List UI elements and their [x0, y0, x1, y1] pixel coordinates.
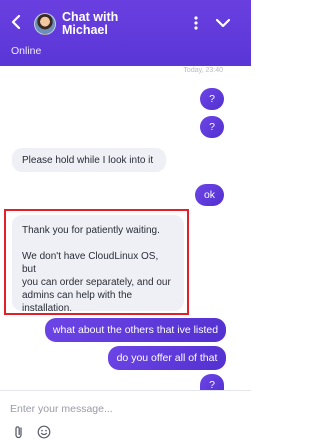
chat-title: Chat with Michael	[62, 10, 119, 37]
message-line	[22, 237, 174, 250]
message-text: do you offer all of that	[116, 352, 218, 364]
chevron-left-icon	[11, 15, 21, 29]
message-input[interactable]	[10, 399, 235, 419]
message-text: ?	[209, 379, 215, 390]
message-text: ok	[203, 189, 216, 201]
message-line: you can order separately, and our	[22, 277, 171, 288]
paperclip-icon	[15, 426, 22, 439]
message-text: what about the others that ive listed	[52, 324, 219, 336]
chat-header: Chat with Michael Online	[0, 0, 251, 66]
outgoing-message: ?	[200, 88, 224, 110]
outgoing-message: what about the others that ive listed	[45, 318, 226, 342]
emoji-button[interactable]	[37, 425, 51, 439]
message-line: admins can help with the	[22, 290, 133, 301]
message-text: Please hold while I look into it	[22, 154, 154, 166]
outgoing-message: ok	[195, 184, 224, 206]
message-line: Thank you for patiently waiting.	[22, 225, 160, 236]
message-text: ?	[209, 93, 215, 105]
message-list[interactable]: Today, 23:40 ? ? Please hold while I loo…	[0, 66, 251, 390]
message-line: We don't have CloudLinux OS, but	[22, 251, 159, 275]
back-button[interactable]	[6, 10, 26, 34]
minimize-button[interactable]	[214, 12, 232, 34]
attach-button[interactable]	[13, 425, 25, 439]
outgoing-message: ?	[200, 116, 224, 138]
composer	[0, 391, 251, 442]
chevron-down-icon	[216, 18, 230, 27]
incoming-message: Please hold while I look into it	[12, 148, 166, 172]
smiley-icon	[37, 425, 51, 439]
message-timestamp: Today, 23:40	[183, 67, 223, 74]
outgoing-message: do you offer all of that	[108, 346, 226, 370]
outgoing-message: ?	[200, 374, 224, 390]
message-text: ?	[209, 121, 215, 133]
agent-status: Online	[11, 45, 42, 57]
message-line: installation.	[22, 303, 73, 314]
kebab-menu-icon	[194, 16, 198, 30]
incoming-message: Thank you for patiently waiting. We don'…	[12, 215, 184, 314]
agent-avatar	[34, 13, 56, 35]
more-options-button[interactable]	[190, 12, 202, 34]
